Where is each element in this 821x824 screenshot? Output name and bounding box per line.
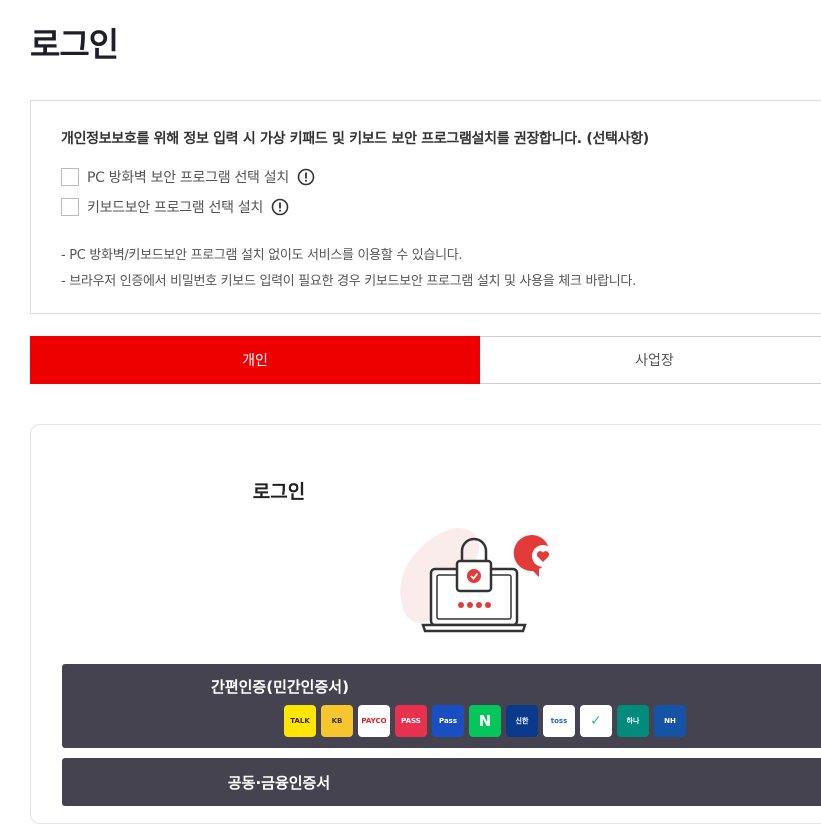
notice-note: - 브라우저 인증에서 비밀번호 키보드 입력이 필요한 경우 키보드보안 프로…: [61, 274, 636, 289]
tab-personal[interactable]: 개인: [30, 336, 480, 384]
keyboard-security-option[interactable]: 키보드보안 프로그램 선택 설치: [61, 197, 289, 217]
laptop-lock-illustration: [400, 528, 554, 633]
public-cert-label: 공동·금융인증서: [227, 773, 331, 792]
keyboard-security-option-label: 키보드보안 프로그램 선택 설치: [87, 200, 263, 216]
notice-heading: 개인정보보호를 위해 정보 입력 시 가상 키패드 및 키보드 보안 프로그램설…: [61, 131, 649, 147]
keyboard-security-checkbox[interactable]: [61, 198, 79, 216]
naver-icon: N: [469, 705, 501, 737]
login-heading: 로그인: [252, 481, 306, 503]
pass-icon: PASS: [395, 705, 427, 737]
tab-business[interactable]: 사업장: [480, 336, 821, 384]
kakao-icon: TALK: [284, 705, 316, 737]
info-icon[interactable]: [271, 198, 289, 216]
nh-icon: NH: [654, 705, 686, 737]
firewall-option[interactable]: PC 방화벽 보안 프로그램 선택 설치: [61, 167, 315, 187]
kb-icon: KB: [321, 705, 353, 737]
public-cert-button[interactable]: 공동·금융인증서: [62, 758, 821, 806]
simple-auth-button[interactable]: 간편인증(민간인증서) TALK KB PAYCO PASS Pass N 신한…: [62, 664, 821, 748]
simple-auth-label: 간편인증(민간인증서): [211, 678, 349, 696]
banksalad-icon: ✓: [580, 705, 612, 737]
provider-icons: TALK KB PAYCO PASS Pass N 신한 toss ✓ 하나 N…: [284, 705, 686, 737]
hana-icon: 하나: [617, 705, 649, 737]
login-panel: 로그인 간편인증(민간인증서) TALK KB PAYCO PASS Pass …: [30, 424, 821, 824]
info-icon[interactable]: [297, 168, 315, 186]
firewall-option-label: PC 방화벽 보안 프로그램 선택 설치: [87, 170, 289, 186]
shinhan-icon: 신한: [506, 705, 538, 737]
page-title: 로그인: [30, 25, 119, 64]
samsung-pass-icon: Pass: [432, 705, 464, 737]
security-notice: 개인정보보호를 위해 정보 입력 시 가상 키패드 및 키보드 보안 프로그램설…: [30, 100, 821, 314]
toss-icon: toss: [543, 705, 575, 737]
firewall-checkbox[interactable]: [61, 168, 79, 186]
payco-icon: PAYCO: [358, 705, 390, 737]
notice-note: - PC 방화벽/키보드보안 프로그램 설치 없이도 서비스를 이용할 수 있습…: [61, 248, 463, 263]
